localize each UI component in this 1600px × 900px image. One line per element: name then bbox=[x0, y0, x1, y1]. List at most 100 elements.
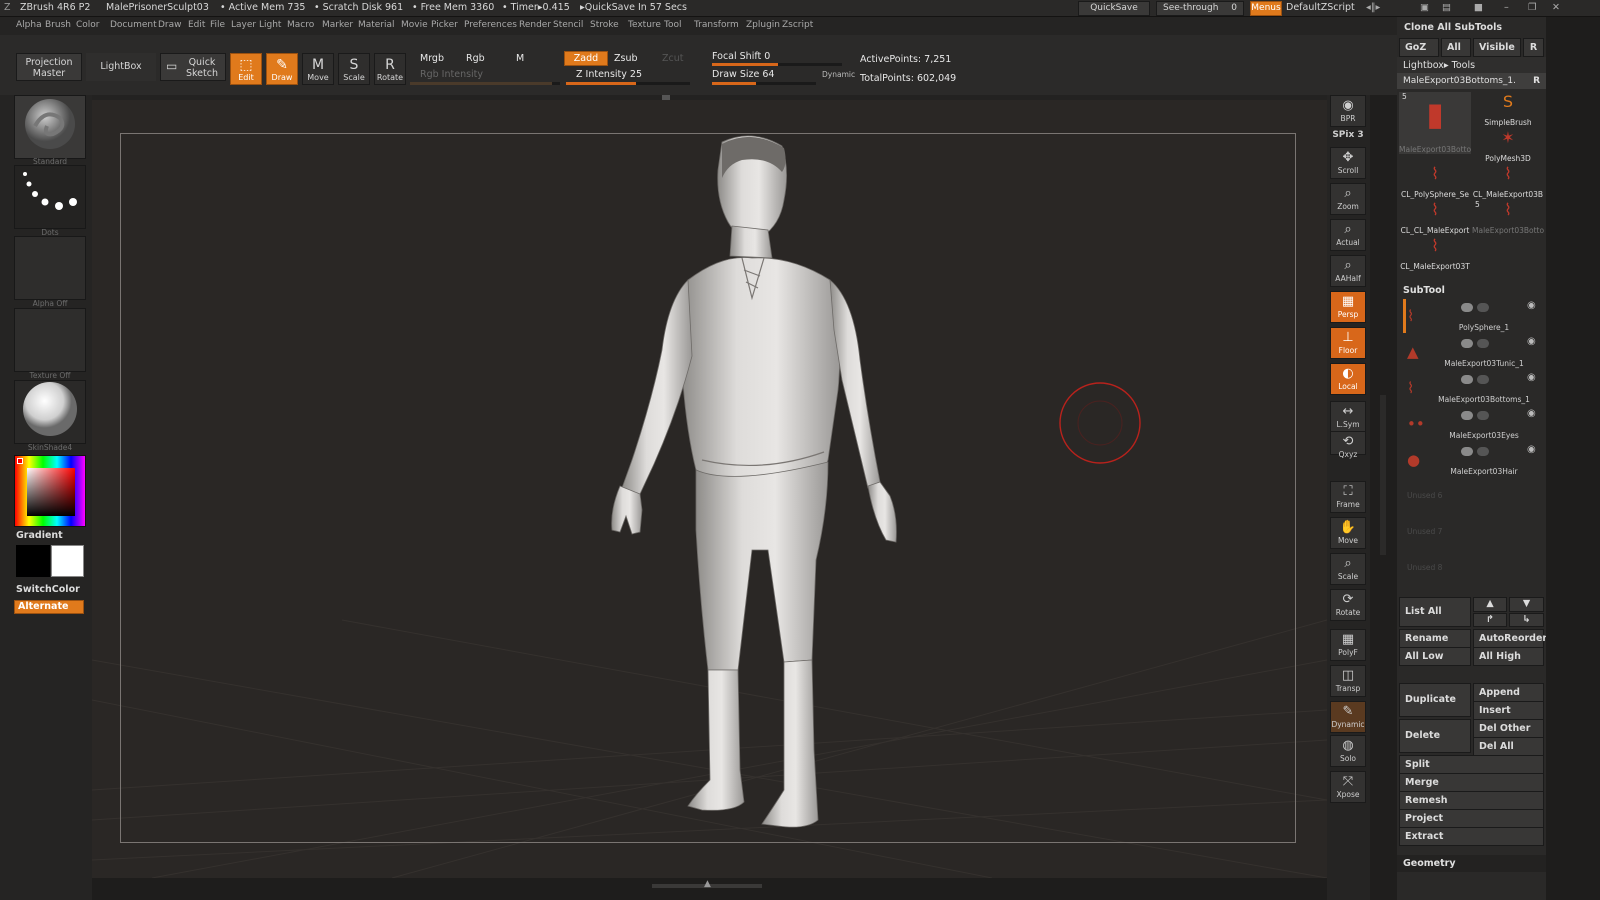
tool-slot[interactable]: ✶ PolyMesh3D bbox=[1472, 128, 1544, 164]
alternate-button[interactable]: Alternate bbox=[14, 600, 84, 614]
dynamic-button[interactable]: ✎ Dynamic bbox=[1330, 701, 1366, 733]
menus-button[interactable]: Menus bbox=[1250, 1, 1282, 16]
close-icon[interactable]: ✕ bbox=[1552, 2, 1560, 13]
project-button[interactable]: Project bbox=[1399, 809, 1544, 828]
menu-layer[interactable]: Layer bbox=[231, 20, 256, 30]
mrgb-toggle[interactable] bbox=[1477, 375, 1489, 384]
goz-button[interactable]: GoZ bbox=[1399, 38, 1439, 57]
zbrush-logo-icon[interactable]: Z bbox=[4, 2, 11, 13]
menu-zplugin[interactable]: Zplugin bbox=[746, 20, 780, 30]
tool-slot[interactable]: ▮ 5 MaleExport03Botto bbox=[1399, 92, 1471, 154]
duplicate-button[interactable]: Duplicate bbox=[1399, 683, 1471, 717]
menu-draw[interactable]: Draw bbox=[158, 20, 182, 30]
texture-thumbnail[interactable] bbox=[14, 308, 86, 372]
menu-marker[interactable]: Marker bbox=[322, 20, 353, 30]
polyf-button[interactable]: ▦ PolyF bbox=[1330, 629, 1366, 661]
menu-document[interactable]: Document bbox=[110, 20, 157, 30]
arrow-up-right-icon[interactable]: ↱ bbox=[1473, 613, 1507, 627]
menu-material[interactable]: Material bbox=[358, 20, 395, 30]
menu-stroke[interactable]: Stroke bbox=[590, 20, 619, 30]
stroke-thumbnail[interactable] bbox=[14, 165, 86, 229]
focal-shift-slider[interactable]: Focal Shift 0 bbox=[712, 51, 770, 62]
rotate-button[interactable]: ⟳ Rotate bbox=[1330, 589, 1366, 621]
zoom-button[interactable]: ⌕ Zoom bbox=[1330, 183, 1366, 215]
subtool-row[interactable]: Unused 8 bbox=[1403, 551, 1543, 587]
merge-button[interactable]: Merge bbox=[1399, 773, 1544, 792]
arrow-down-right-icon[interactable]: ↳ bbox=[1509, 613, 1544, 627]
brush-thumbnail[interactable] bbox=[14, 95, 86, 159]
subtool-row[interactable]: ▲ ◉ MaleExport03Tunic_1 bbox=[1403, 335, 1543, 371]
draw-button[interactable]: ✎ Draw bbox=[266, 53, 298, 85]
visibility-eye-icon[interactable]: ◉ bbox=[1527, 408, 1536, 419]
move-up-icon[interactable]: ▲ bbox=[1473, 597, 1507, 612]
split-button[interactable]: Split bbox=[1399, 755, 1544, 774]
material-thumbnail[interactable] bbox=[14, 380, 86, 444]
menu-picker[interactable]: Picker bbox=[431, 20, 458, 30]
male-figure-model[interactable] bbox=[592, 130, 932, 850]
quick-sketch-button[interactable]: ▭ Quick Sketch bbox=[160, 53, 226, 81]
visibility-eye-icon[interactable]: ◉ bbox=[1527, 336, 1536, 347]
quicksave-button[interactable]: QuickSave bbox=[1078, 1, 1150, 16]
menu-color[interactable]: Color bbox=[76, 20, 100, 30]
floor-button[interactable]: ⊥ Floor bbox=[1330, 327, 1366, 359]
subtool-row[interactable]: Unused 7 bbox=[1403, 515, 1543, 551]
append-button[interactable]: Append bbox=[1473, 683, 1544, 702]
delete-button[interactable]: Delete bbox=[1399, 719, 1471, 753]
subtool-row[interactable]: Unused 6 bbox=[1403, 479, 1543, 515]
m-button[interactable]: M bbox=[516, 53, 524, 64]
layout-icon[interactable]: ▣ bbox=[1420, 2, 1429, 13]
z-intensity-track[interactable] bbox=[566, 82, 690, 85]
lightbox-tools-button[interactable]: Lightbox▸ Tools bbox=[1397, 57, 1546, 74]
spix-button[interactable]: SPix 3 bbox=[1330, 127, 1366, 143]
layout-alt-icon[interactable]: ▤ bbox=[1442, 2, 1451, 13]
zadd-button[interactable]: Zadd bbox=[564, 51, 608, 66]
tool-slot[interactable]: ⌇ CL_CL_MaleExport bbox=[1399, 200, 1471, 236]
focal-shift-track[interactable] bbox=[712, 63, 842, 66]
frame-button[interactable]: ⛶ Frame bbox=[1330, 481, 1366, 513]
geometry-header[interactable]: Geometry bbox=[1397, 855, 1546, 872]
polypaint-toggle[interactable] bbox=[1461, 411, 1473, 420]
see-through-slider[interactable]: See-through 0 bbox=[1156, 1, 1244, 16]
minimize-icon[interactable]: – bbox=[1504, 2, 1509, 13]
menu-file[interactable]: File bbox=[210, 20, 225, 30]
all-low-button[interactable]: All Low bbox=[1399, 647, 1471, 666]
remesh-button[interactable]: Remesh bbox=[1399, 791, 1544, 810]
rename-button[interactable]: Rename bbox=[1399, 629, 1471, 648]
aahalf-button[interactable]: ⌕ AAHalf bbox=[1330, 255, 1366, 287]
list-all-button[interactable]: List All bbox=[1399, 597, 1471, 627]
del-other-button[interactable]: Del Other bbox=[1473, 719, 1544, 738]
menu-macro[interactable]: Macro bbox=[287, 20, 314, 30]
subtool-row[interactable]: ⌇ ◉ PolySphere_1 bbox=[1403, 299, 1543, 335]
scale-button[interactable]: ⌕ Scale bbox=[1330, 553, 1366, 585]
mrgb-toggle[interactable] bbox=[1477, 339, 1489, 348]
scale-button[interactable]: S Scale bbox=[338, 53, 370, 85]
menu-movie[interactable]: Movie bbox=[401, 20, 428, 30]
lightbox-button[interactable]: LightBox bbox=[86, 53, 156, 81]
menu-tool[interactable]: Tool bbox=[664, 20, 681, 30]
menu-transform[interactable]: Transform bbox=[694, 20, 739, 30]
menu-light[interactable]: Light bbox=[259, 20, 281, 30]
rgb-button[interactable]: Rgb bbox=[466, 53, 485, 64]
zcut-button[interactable]: Zcut bbox=[662, 53, 683, 64]
canvas-viewport[interactable] bbox=[92, 100, 1327, 878]
solo-button[interactable]: ◍ Solo bbox=[1330, 735, 1366, 767]
visibility-eye-icon[interactable]: ◉ bbox=[1527, 444, 1536, 455]
tool-slot[interactable]: S SimpleBrush bbox=[1472, 92, 1544, 128]
menu-zscript[interactable]: Zscript bbox=[782, 20, 813, 30]
menu-edit[interactable]: Edit bbox=[188, 20, 205, 30]
transp-button[interactable]: ◫ Transp bbox=[1330, 665, 1366, 697]
xpose-button[interactable]: ⤧ Xpose bbox=[1330, 771, 1366, 803]
all-button[interactable]: All bbox=[1441, 38, 1471, 57]
scroll-button[interactable]: ✥ Scroll bbox=[1330, 147, 1366, 179]
tool-slot[interactable]: ⌇ CL_MaleExport03B bbox=[1472, 164, 1544, 200]
move-down-icon[interactable]: ▼ bbox=[1509, 597, 1544, 612]
rgb-intensity-track[interactable] bbox=[410, 82, 560, 85]
subtool-row[interactable]: •• ◉ MaleExport03Eyes bbox=[1403, 407, 1543, 443]
move-button[interactable]: M Move bbox=[302, 53, 334, 85]
visibility-eye-icon[interactable]: ◉ bbox=[1527, 300, 1536, 311]
polypaint-toggle[interactable] bbox=[1461, 375, 1473, 384]
secondary-color-swatch[interactable] bbox=[51, 545, 84, 577]
insert-button[interactable]: Insert bbox=[1473, 701, 1544, 720]
menu-brush[interactable]: Brush bbox=[45, 20, 71, 30]
move-button[interactable]: ✋ Move bbox=[1330, 517, 1366, 549]
